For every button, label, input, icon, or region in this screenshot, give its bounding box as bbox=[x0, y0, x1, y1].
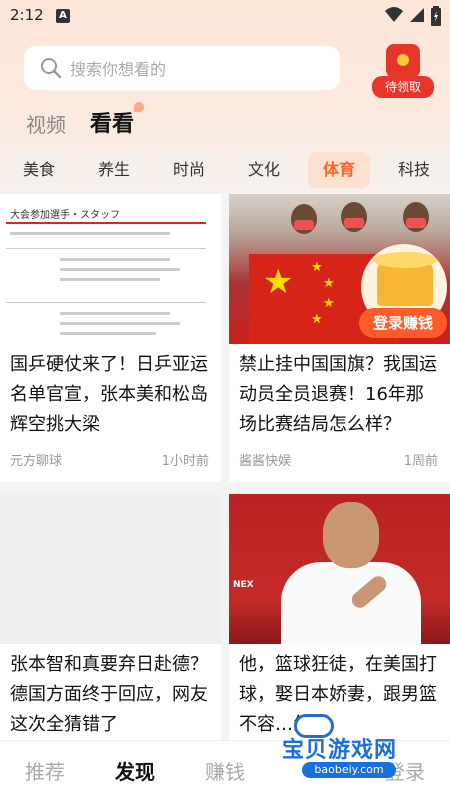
category-culture[interactable]: 文化 bbox=[233, 152, 295, 188]
article-time: 1小时前 bbox=[161, 454, 209, 469]
search-bar[interactable]: 搜索你想看的 bbox=[24, 46, 340, 90]
article-title: 禁止挂中国国旗？我国运动员全员退赛！16年那场比赛结局怎么样？ bbox=[239, 354, 437, 435]
watermark-url: baobeiy.com bbox=[302, 762, 396, 778]
article-card[interactable]: 大会参加選手・スタッフ 国乒硬仗来了！日乒亚运名单官宣，张本美和松岛辉空挑大梁 … bbox=[0, 194, 221, 482]
document-line bbox=[60, 312, 170, 315]
watermark-logo: 宝贝游戏网 baobeiy.com bbox=[282, 714, 422, 784]
article-feed: 大会参加選手・スタッフ 国乒硬仗来了！日乒亚运名单官宣，张本美和松岛辉空挑大梁 … bbox=[0, 194, 450, 740]
top-tabs: 视频 看看 bbox=[26, 102, 158, 138]
tab-kankan[interactable]: 看看 bbox=[90, 102, 145, 138]
treasure-chest-icon bbox=[373, 252, 437, 306]
flag-star-icon: ★ bbox=[263, 262, 294, 302]
article-card[interactable]: ★ ★ ★ ★ ★ 登录赚钱 禁止挂中国国旗？我国运动员全员退赛！16年那场比赛… bbox=[229, 194, 450, 482]
category-bar: 美食 养生 时尚 文化 体育 科技 bbox=[0, 152, 450, 190]
reward-label: 待领取 bbox=[372, 76, 434, 98]
article-meta: 酱酱快娱 1周前 bbox=[229, 450, 450, 469]
document-header: 大会参加選手・スタッフ bbox=[6, 202, 206, 224]
face-mask bbox=[406, 218, 426, 228]
document-line bbox=[10, 232, 170, 235]
background-logo-text: NEX bbox=[233, 580, 254, 590]
wifi-icon bbox=[385, 7, 403, 22]
article-thumbnail: 大会参加選手・スタッフ bbox=[0, 194, 221, 344]
article-title: 他，篮球狂徒，在美国打球，娶日本娇妻，跟男篮不容…怎样 bbox=[239, 654, 437, 735]
article-source: 酱酱快娱 bbox=[239, 454, 292, 469]
face-mask bbox=[294, 220, 314, 230]
category-fashion[interactable]: 时尚 bbox=[158, 152, 220, 188]
flag-star-icon: ★ bbox=[311, 312, 323, 327]
article-thumbnail bbox=[0, 494, 221, 644]
flag-star-icon: ★ bbox=[311, 260, 323, 275]
reward-button[interactable]: 待领取 bbox=[372, 44, 434, 98]
flag-star-icon: ★ bbox=[323, 296, 335, 311]
article-card[interactable]: 张本智和真要弃日赴德？德国方面终于回应，网友这次全猜错了 bbox=[0, 494, 221, 740]
document-line bbox=[60, 268, 180, 271]
nav-earn[interactable]: 赚钱 bbox=[180, 756, 270, 785]
category-health[interactable]: 养生 bbox=[83, 152, 145, 188]
nav-recommend[interactable]: 推荐 bbox=[0, 756, 90, 785]
category-sports[interactable]: 体育 bbox=[308, 152, 370, 188]
article-title: 张本智和真要弃日赴德？德国方面终于回应，网友这次全猜错了 bbox=[10, 654, 208, 735]
watermark-text: 宝贝游戏网 bbox=[282, 738, 398, 763]
document-line bbox=[60, 258, 170, 261]
document-line bbox=[60, 332, 156, 335]
document-line bbox=[60, 278, 160, 281]
tab-video[interactable]: 视频 bbox=[26, 109, 66, 138]
category-tech[interactable]: 科技 bbox=[383, 152, 445, 188]
article-thumbnail: NEX bbox=[229, 494, 450, 644]
notification-icon: A bbox=[56, 9, 70, 23]
document-line bbox=[60, 322, 180, 325]
article-time: 1周前 bbox=[403, 454, 438, 469]
document-header-text: 大会参加選手・スタッフ bbox=[10, 210, 120, 221]
article-card[interactable]: NEX 他，篮球狂徒，在美国打球，娶日本娇妻，跟男篮不容…怎样 bbox=[229, 494, 450, 740]
battery-icon bbox=[431, 6, 441, 26]
article-thumbnail: ★ ★ ★ ★ ★ 登录赚钱 bbox=[229, 194, 450, 344]
flag-star-icon: ★ bbox=[323, 276, 335, 291]
status-bar: 2:12 A bbox=[0, 0, 450, 34]
article-meta: 元方聊球 1小时前 bbox=[0, 450, 221, 469]
search-icon bbox=[41, 58, 62, 79]
article-source: 元方聊球 bbox=[10, 454, 63, 469]
login-earn-button[interactable]: 登录赚钱 bbox=[359, 308, 447, 338]
article-title: 国乒硬仗来了！日乒亚运名单官宣，张本美和松岛辉空挑大梁 bbox=[10, 354, 208, 435]
search-placeholder: 搜索你想看的 bbox=[70, 60, 167, 79]
man-shirt bbox=[281, 562, 421, 644]
red-envelope-icon bbox=[386, 44, 420, 78]
man-face bbox=[323, 502, 379, 568]
face-mask bbox=[344, 218, 364, 228]
signal-icon bbox=[410, 8, 424, 22]
nav-discover[interactable]: 发现 bbox=[90, 756, 180, 785]
status-time: 2:12 bbox=[10, 6, 44, 24]
category-food[interactable]: 美食 bbox=[8, 152, 70, 188]
